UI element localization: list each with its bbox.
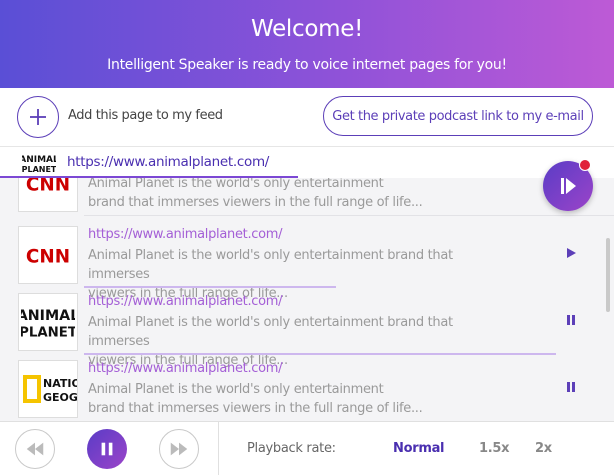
pause-icon bbox=[101, 442, 113, 456]
play-next-button[interactable] bbox=[543, 159, 593, 211]
pause-button[interactable] bbox=[87, 429, 127, 469]
welcome-header: Welcome! Intelligent Speaker is ready to… bbox=[0, 0, 614, 88]
cnn-logo: CNN bbox=[18, 178, 78, 212]
player-footer: Playback rate: Normal 1.5x 2x bbox=[0, 421, 614, 475]
svg-text:GEOGI: GEOGI bbox=[43, 391, 77, 404]
cnn-logo: CNN bbox=[18, 226, 78, 284]
pause-icon[interactable] bbox=[564, 313, 578, 327]
welcome-subtitle: Intelligent Speaker is ready to voice in… bbox=[107, 57, 507, 73]
rate-normal-button[interactable]: Normal bbox=[393, 441, 445, 456]
feed-list: CNN Animal Planet is the world's only en… bbox=[0, 178, 614, 421]
cnn-logo-icon: CNN bbox=[26, 247, 70, 268]
svg-text:PLANET: PLANET bbox=[21, 325, 75, 340]
add-to-feed-label[interactable]: Add this page to my feed bbox=[68, 108, 223, 123]
item-progress bbox=[84, 286, 336, 288]
item-progress bbox=[84, 353, 556, 355]
list-item[interactable]: CNN https://www.animalplanet.com/ Animal… bbox=[0, 222, 614, 301]
add-to-feed-button[interactable] bbox=[17, 96, 59, 138]
svg-text:ANIMAL: ANIMAL bbox=[22, 155, 56, 165]
fast-forward-icon bbox=[170, 442, 188, 456]
item-url[interactable]: https://www.animalplanet.com/ bbox=[88, 294, 283, 309]
animal-planet-logo-icon: ANIMAL PLANET bbox=[21, 308, 75, 340]
podcast-link-button[interactable]: Get the private podcast link to my e-mai… bbox=[323, 96, 593, 136]
svg-text:PLANET: PLANET bbox=[22, 165, 56, 174]
cnn-logo-icon: CNN bbox=[26, 178, 70, 196]
play-icon[interactable] bbox=[564, 246, 578, 260]
rate-1-5x-button[interactable]: 1.5x bbox=[479, 441, 510, 456]
animal-planet-logo: ANIMAL PLANET bbox=[18, 293, 78, 351]
action-bar: Add this page to my feed Get the private… bbox=[0, 88, 614, 146]
svg-text:ANIMAL: ANIMAL bbox=[21, 308, 75, 324]
national-geographic-logo-icon: NATIO GEOGI bbox=[23, 375, 77, 404]
current-page-bar: ANIMAL PLANET https://www.animalplanet.c… bbox=[0, 146, 614, 179]
item-url[interactable]: https://www.animalplanet.com/ bbox=[88, 227, 283, 242]
item-separator bbox=[84, 215, 614, 216]
pause-icon[interactable] bbox=[564, 380, 578, 394]
item-description: Animal Planet is the world's only entert… bbox=[88, 382, 423, 416]
svg-text:NATIO: NATIO bbox=[43, 377, 77, 390]
rewind-icon bbox=[26, 442, 44, 456]
list-item[interactable]: ANIMAL PLANET https://www.animalplanet.c… bbox=[0, 289, 614, 368]
rate-2x-button[interactable]: 2x bbox=[535, 441, 552, 456]
current-page-url[interactable]: https://www.animalplanet.com/ bbox=[67, 154, 269, 170]
list-item[interactable]: CNN Animal Planet is the world's only en… bbox=[0, 178, 614, 216]
list-item[interactable]: NATIO GEOGI https://www.animalplanet.com… bbox=[0, 356, 614, 421]
welcome-title: Welcome! bbox=[250, 16, 364, 42]
playback-rate-label: Playback rate: bbox=[247, 441, 336, 456]
svg-text:CNN: CNN bbox=[26, 247, 70, 268]
item-description: Animal Planet is the world's only entert… bbox=[88, 178, 423, 210]
skip-play-icon bbox=[561, 178, 576, 194]
plus-icon bbox=[30, 109, 46, 125]
footer-divider bbox=[218, 422, 219, 475]
national-geographic-logo: NATIO GEOGI bbox=[18, 360, 78, 418]
svg-text:CNN: CNN bbox=[26, 178, 70, 196]
fast-forward-button[interactable] bbox=[159, 429, 199, 469]
rewind-button[interactable] bbox=[15, 429, 55, 469]
item-url[interactable]: https://www.animalplanet.com/ bbox=[88, 361, 283, 376]
notification-badge bbox=[579, 159, 591, 171]
animal-planet-logo-icon: ANIMAL PLANET bbox=[22, 152, 56, 174]
list-scrollbar[interactable] bbox=[606, 238, 610, 312]
